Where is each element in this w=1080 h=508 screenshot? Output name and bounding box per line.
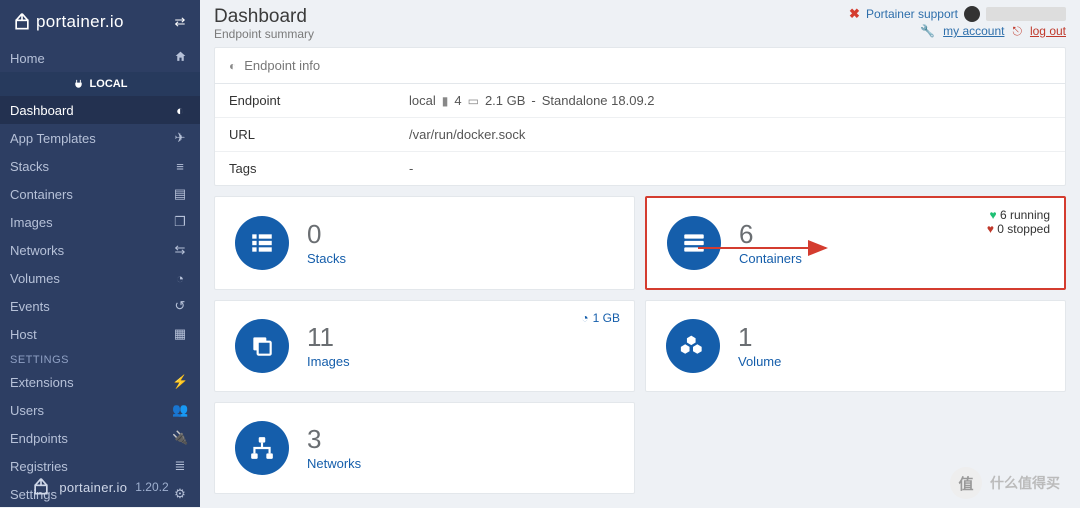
sidebar-item-images[interactable]: Images❐ <box>0 208 200 236</box>
tile-stacks[interactable]: 0 Stacks <box>214 196 635 290</box>
avatar[interactable] <box>964 6 980 22</box>
sidebar-item-home[interactable]: Home <box>0 44 200 72</box>
page-title: Dashboard <box>214 6 314 28</box>
th-list-icon <box>235 216 289 270</box>
history-icon: ↺ <box>172 298 188 314</box>
container-stats: ♥ 6 running ♥ 0 stopped <box>987 208 1050 236</box>
sidebar: portainer.io ⇄ Home LOCAL Dashboard◐ App… <box>0 0 200 507</box>
brand-text: portainer.io <box>36 12 124 32</box>
tachometer-icon: ◐ <box>229 59 236 73</box>
support-link[interactable]: Portainer support <box>866 7 958 21</box>
microchip-icon: ▮ <box>442 94 449 108</box>
endpoint-info-panel: ◐ Endpoint info Endpoint local ▮4 ▭2.1 G… <box>214 47 1066 186</box>
main: Dashboard Endpoint summary ✖ Portainer s… <box>200 0 1080 507</box>
list-icon: ≡ <box>172 159 188 174</box>
sitemap-icon <box>235 421 289 475</box>
info-row-url: URL /var/run/docker.sock <box>215 118 1065 152</box>
sidebar-item-registries[interactable]: Registries≣ <box>0 452 200 480</box>
wrench-icon: 🔧 <box>920 24 935 39</box>
bolt-icon: ⚡ <box>172 374 188 390</box>
sidebar-item-extensions[interactable]: Extensions⚡ <box>0 368 200 396</box>
sidebar-item-users[interactable]: Users👥 <box>0 396 200 424</box>
images-size: ◔ 1 GB <box>581 311 620 325</box>
sidebar-item-events[interactable]: Events↺ <box>0 292 200 320</box>
tile-volumes[interactable]: 1 Volume <box>645 300 1066 392</box>
plug-icon: 🔌 <box>172 430 188 446</box>
sidebar-item-volumes[interactable]: Volumes◔ <box>0 264 200 292</box>
server-icon: ▤ <box>172 186 188 202</box>
logo-icon <box>31 477 51 497</box>
memory-icon: ▭ <box>468 94 479 108</box>
sidebar-item-stacks[interactable]: Stacks≡ <box>0 152 200 180</box>
rocket-icon: ✈ <box>172 130 188 146</box>
info-row-endpoint: Endpoint local ▮4 ▭2.1 GB - Standalone 1… <box>215 84 1065 118</box>
sidebar-section-local: LOCAL <box>0 72 200 96</box>
chart-pie-icon: ◔ <box>581 311 588 325</box>
clone-icon: ❐ <box>172 214 188 230</box>
dashboard-tiles: 0 Stacks 6 Containers ♥ 6 running ♥ 0 st… <box>214 196 1066 494</box>
plug-icon <box>73 79 84 90</box>
logout-link[interactable]: log out <box>1030 24 1066 39</box>
clone-icon <box>235 319 289 373</box>
sitemap-icon: ⇆ <box>172 242 188 258</box>
cubes-icon <box>666 319 720 373</box>
sidebar-logo[interactable]: portainer.io ⇄ <box>0 0 200 44</box>
sidebar-item-containers[interactable]: Containers▤ <box>0 180 200 208</box>
sidebar-item-endpoints[interactable]: Endpoints🔌 <box>0 424 200 452</box>
username <box>986 7 1066 21</box>
heartbeat-stopped-icon: ♥ <box>987 222 994 236</box>
support-x-icon: ✖ <box>849 6 860 22</box>
tile-networks[interactable]: 3 Networks <box>214 402 635 494</box>
th-icon: ▦ <box>172 326 188 342</box>
sidebar-item-networks[interactable]: Networks⇆ <box>0 236 200 264</box>
sidebar-item-app-templates[interactable]: App Templates✈ <box>0 124 200 152</box>
hdd-icon: ◔ <box>172 271 188 286</box>
topbar: Dashboard Endpoint summary ✖ Portainer s… <box>214 6 1066 41</box>
top-right: ✖ Portainer support 🔧 my account ⎋ log out <box>849 6 1066 39</box>
server-icon <box>667 216 721 270</box>
users-icon: 👥 <box>172 402 188 418</box>
sidebar-item-host[interactable]: Host▦ <box>0 320 200 348</box>
collapse-icon[interactable]: ⇄ <box>172 14 188 30</box>
tile-images[interactable]: 11 Images ◔ 1 GB <box>214 300 635 392</box>
info-row-tags: Tags - <box>215 152 1065 185</box>
tile-containers[interactable]: 6 Containers ♥ 6 running ♥ 0 stopped <box>645 196 1066 290</box>
watermark-badge: 值 <box>950 467 982 499</box>
watermark: 值 什么值得买 <box>950 467 1060 499</box>
my-account-link[interactable]: my account <box>943 24 1004 39</box>
heartbeat-running-icon: ♥ <box>989 208 996 222</box>
home-icon <box>172 50 188 66</box>
logout-icon: ⎋ <box>1012 24 1022 39</box>
sidebar-footer: portainer.io 1.20.2 <box>0 477 200 497</box>
tachometer-icon: ◐ <box>172 103 188 118</box>
sidebar-settings-header: SETTINGS <box>0 348 200 368</box>
database-icon: ≣ <box>172 458 188 474</box>
page-subtitle: Endpoint summary <box>214 27 314 41</box>
endpoint-info-header: ◐ Endpoint info <box>215 48 1065 84</box>
logo-icon <box>12 12 32 32</box>
version-text: 1.20.2 <box>135 480 168 494</box>
sidebar-item-dashboard[interactable]: Dashboard◐ <box>0 96 200 124</box>
